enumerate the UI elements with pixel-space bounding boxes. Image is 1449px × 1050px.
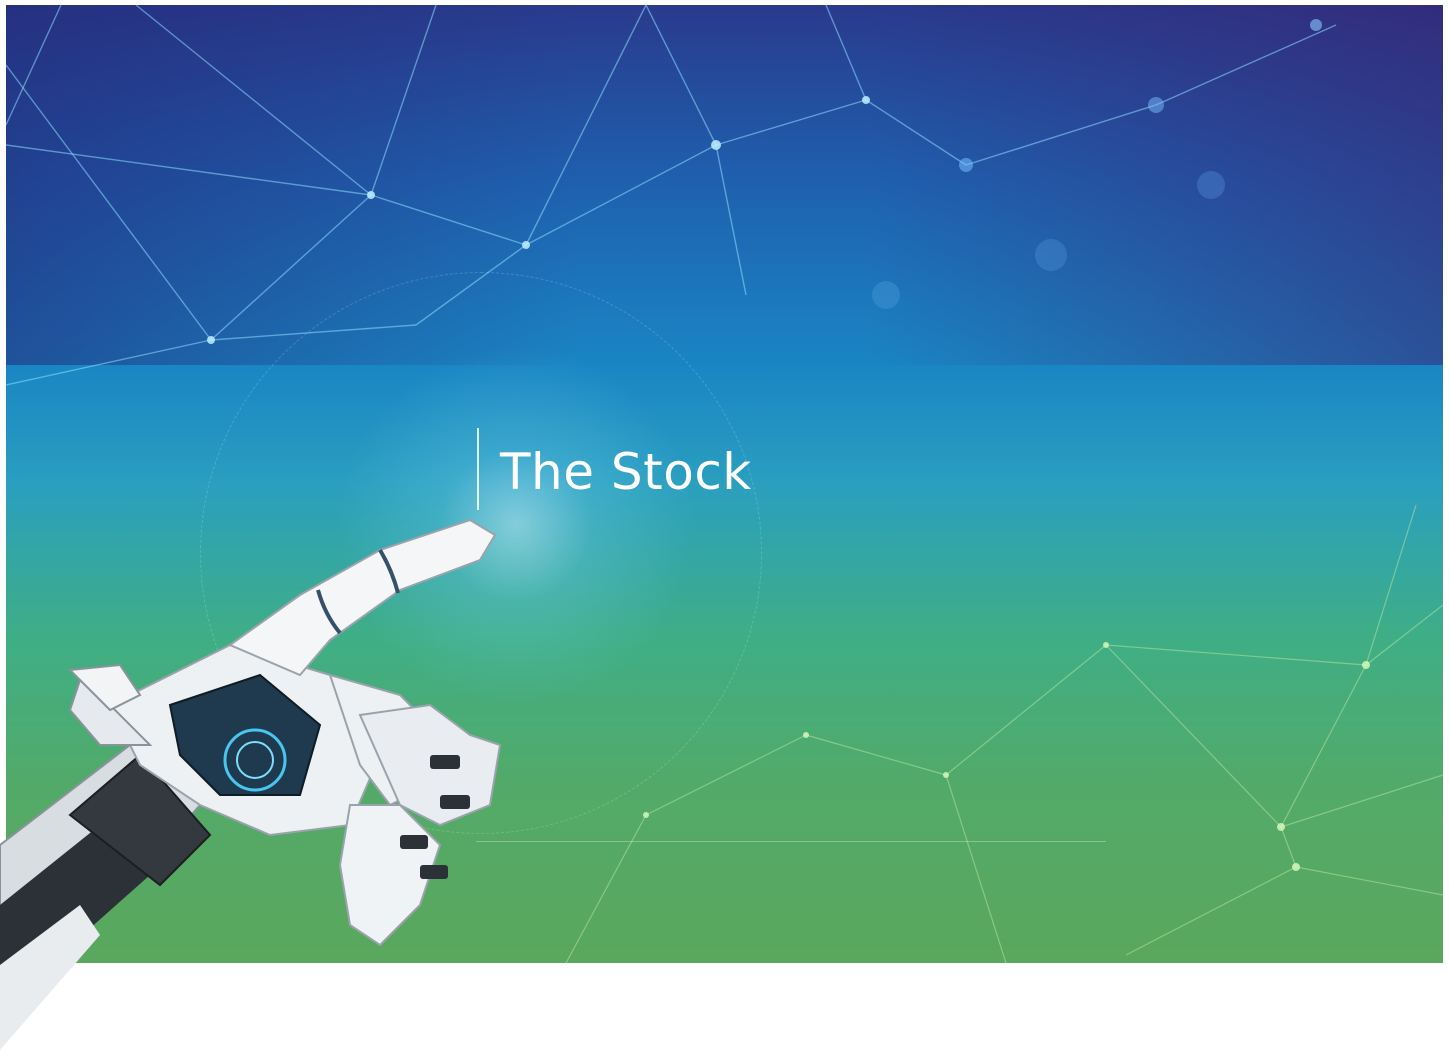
slide-page: The Stock bbox=[0, 0, 1449, 1050]
robot-hand-image bbox=[0, 518, 502, 1050]
decorative-divider-line bbox=[476, 841, 1106, 842]
title-accent-bar bbox=[477, 428, 479, 510]
slide-title: The Stock bbox=[500, 443, 752, 501]
